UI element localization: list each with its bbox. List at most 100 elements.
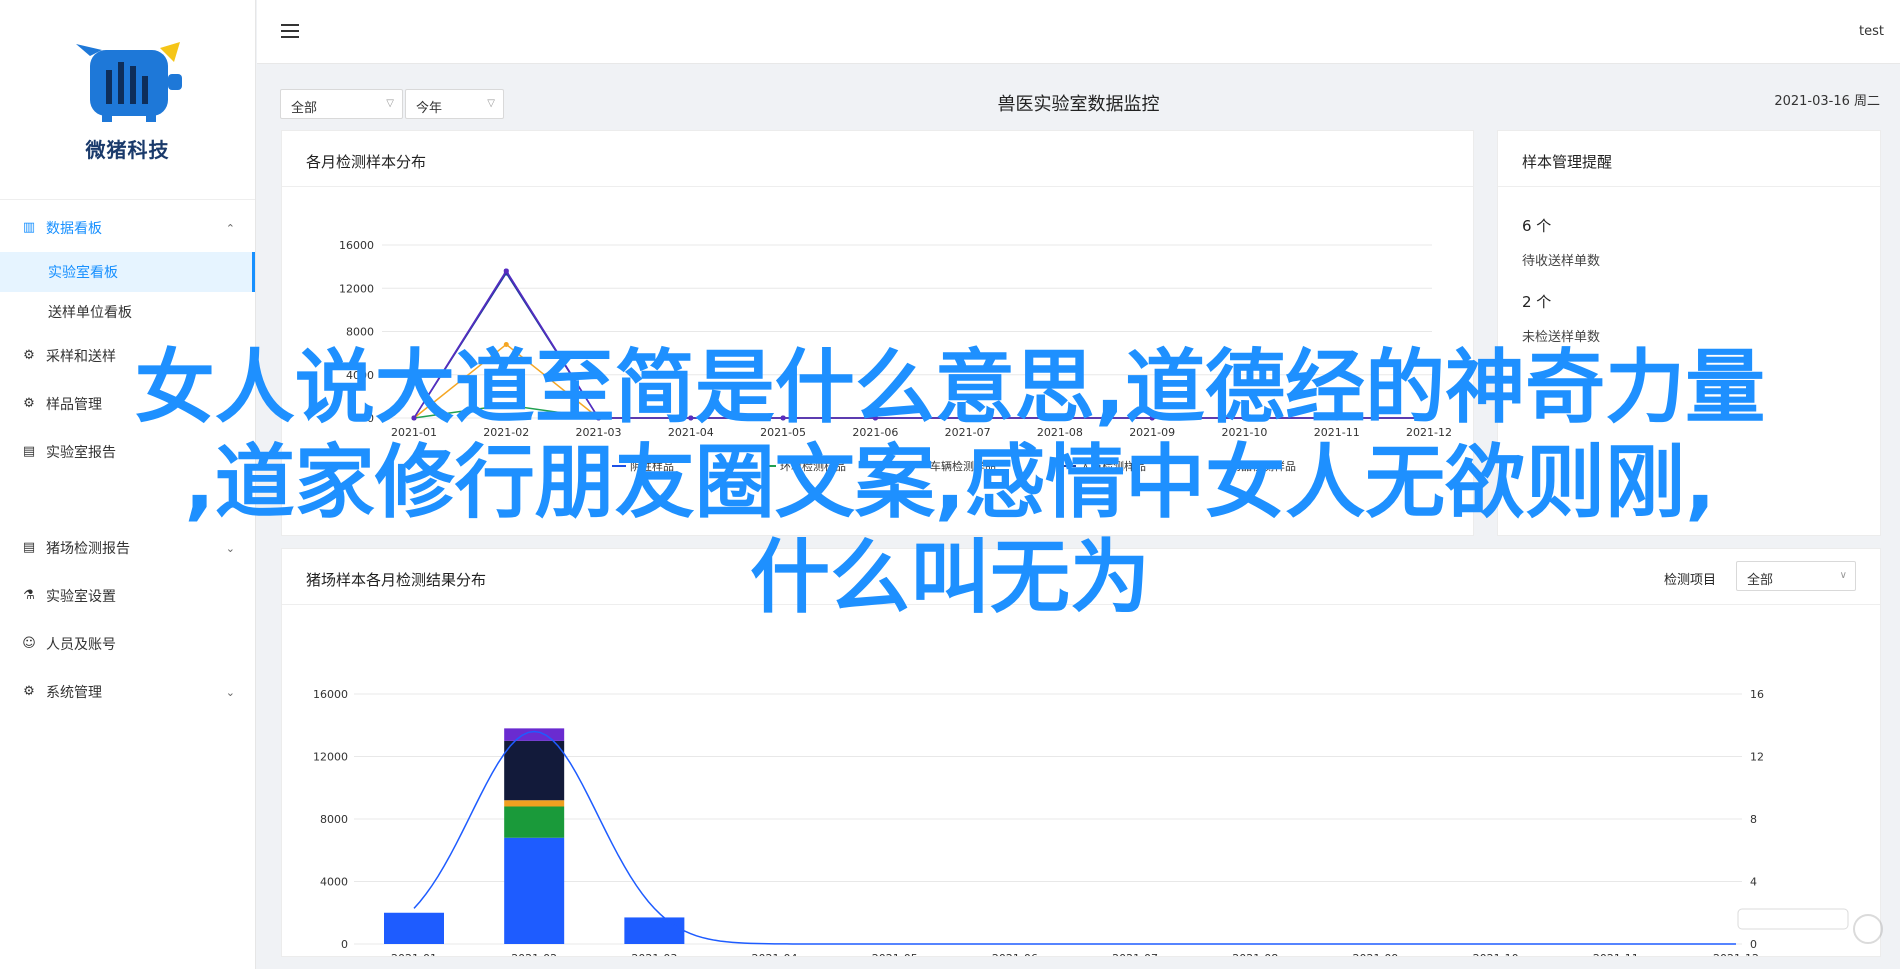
series-line: [413, 271, 1429, 419]
series-point: [503, 341, 509, 347]
x-tick-label: 2021-06: [852, 426, 898, 439]
y-tick-label: 8000: [346, 326, 374, 339]
menu-toggle-icon[interactable]: [281, 24, 299, 40]
scope-select-value: 全部: [291, 101, 318, 116]
legend-label: 物品检测样品: [1230, 459, 1296, 473]
sidebar: 微猪科技 ▥ 数据看板 ⌃ 实验室看板 送样单位看板 ⚙ 采样和送样 ⚙ 样品管…: [0, 0, 256, 969]
bar-segment: [504, 800, 565, 807]
pending-receive-count[interactable]: 6 个: [1522, 215, 1856, 236]
legend-label: 车辆检测样品: [930, 459, 996, 473]
y-tick-label: 0: [341, 938, 348, 951]
farm-results-chart: 040008000120001600004812162021-012021-02…: [313, 688, 1764, 965]
sidebar-item-hidden[interactable]: [0, 476, 255, 524]
y-tick-label: 0: [367, 412, 374, 425]
logo[interactable]: 微猪科技: [0, 0, 255, 200]
x-tick-label: 2021-01: [391, 952, 437, 956]
x-tick-label: 2021-03: [631, 952, 677, 956]
bar-segment: [504, 806, 565, 838]
farm-results-card: 猪场样本各月检测结果分布 检测项目 全部 ∨ 0 4000 8000 12000 160…: [281, 548, 1881, 965]
document-icon: ▤: [22, 444, 36, 459]
chevron-down-icon: ▽: [386, 98, 394, 109]
x-tick-label: 2021-03: [576, 426, 622, 439]
y2-tick-label: 16: [1750, 688, 1764, 701]
period-select[interactable]: 今年 ▽: [405, 89, 504, 119]
x-tick-label: 2021-05: [760, 426, 806, 439]
document-icon: [22, 493, 36, 507]
sidebar-item-dashboard[interactable]: ▥ 数据看板 ⌃: [0, 204, 255, 252]
series-point: [596, 415, 602, 421]
chevron-down-icon: ⌄: [225, 541, 235, 555]
x-tick-label: 2021-12: [1406, 426, 1452, 439]
card-title: 各月检测样本分布: [282, 131, 1473, 187]
sidebar-item-samples[interactable]: ⚙ 样品管理: [0, 380, 255, 428]
period-select-value: 今年: [416, 101, 443, 116]
y-tick-label: 12000: [339, 282, 374, 295]
sidebar-item-system[interactable]: ⚙ 系统管理 ⌄: [0, 668, 255, 716]
series-point: [688, 415, 694, 421]
scope-select[interactable]: 全部 ▽: [280, 89, 403, 119]
bar-segment: [504, 837, 565, 944]
pending-receive-label: 待收送样单数: [1522, 254, 1601, 269]
series-line: [413, 269, 1429, 419]
y-tick-label: 8000: [320, 813, 348, 826]
sidebar-item-users[interactable]: ☺ 人员及账号: [0, 620, 255, 668]
sidebar-item-sender-board[interactable]: 送样单位看板: [0, 292, 255, 332]
date-label: 2021-03-16 周二: [1774, 94, 1880, 109]
series-line: [413, 269, 1429, 419]
test-item-select-value: 全部: [1747, 573, 1774, 588]
monthly-samples-chart: 0 4000 8000 12000 16000 2021-01 2021-02 2021-03…: [339, 239, 1452, 473]
x-tick-label: 2021-04: [668, 426, 714, 439]
chevron-down-icon: ▽: [487, 98, 495, 109]
alerts-list: 6 个 待收送样单数 2 个 未检送样单数: [1498, 187, 1880, 361]
x-tick-label: 2021-02: [511, 952, 557, 956]
gear-icon: ⚙: [23, 396, 35, 411]
x-tick-label: 2021-10: [1473, 952, 1519, 956]
series-point: [1057, 415, 1063, 421]
bar-chart-icon: ▥: [22, 220, 36, 235]
y2-tick-label: 8: [1750, 813, 1757, 826]
monthly-samples-card: 各月检测样本分布 0 4000 8000 12000 16000 2021-01 2021-…: [281, 130, 1474, 536]
test-item-label: 检测项目: [1663, 573, 1716, 588]
card-title: 猪场样本各月检测结果分布 检测项目 全部 ∨: [282, 549, 1880, 605]
sidebar-item-label: 人员及账号: [46, 637, 116, 653]
sidebar-item-sampling[interactable]: ⚙ 采样和送样: [0, 332, 255, 380]
pending-test-label: 未检送样单数: [1522, 330, 1601, 345]
x-tick-label: 2021-07: [945, 426, 991, 439]
test-item-select[interactable]: 全部 ∨: [1736, 561, 1856, 591]
y-tick-label: 4000: [346, 369, 374, 382]
x-tick-label: 2021-10: [1221, 426, 1267, 439]
gear-icon: ⚙: [23, 684, 35, 699]
sidebar-item-lab-report[interactable]: ▤ 实验室报告: [0, 428, 255, 476]
series-point: [503, 268, 509, 274]
sidebar-item-label: 猪场检测报告: [46, 541, 130, 557]
x-tick-label: 2021-07: [1112, 952, 1158, 956]
legend-label: 人员检测样品: [1080, 459, 1146, 473]
sidebar-item-lab-settings[interactable]: ⚗ 实验室设置: [0, 572, 255, 620]
topbar: test: [257, 0, 1900, 64]
sidebar-item-label: 样品管理: [46, 397, 102, 413]
series-point: [872, 415, 878, 421]
sidebar-item-farm-report[interactable]: ▤ 猪场检测报告 ⌄: [0, 524, 255, 572]
sidebar-item-label: 实验室设置: [46, 589, 116, 605]
sidebar-item-label: 系统管理: [46, 685, 102, 701]
sidebar-item-label: 实验室看板: [48, 265, 118, 281]
sidebar-item-lab-board[interactable]: 实验室看板: [0, 252, 255, 292]
y-tick-label: 16000: [339, 239, 374, 252]
gear-icon: ⚙: [23, 348, 35, 363]
sample-alerts-card: 样本管理提醒 6 个 待收送样单数 2 个 未检送样单数: [1497, 130, 1881, 536]
pending-test-count[interactable]: 2 个: [1522, 291, 1856, 312]
y-tick-label: 16000: [313, 688, 348, 701]
user-name[interactable]: test: [1859, 24, 1884, 39]
card-title: 样本管理提醒: [1498, 131, 1880, 187]
series-point: [1334, 415, 1340, 421]
user-icon: ☺: [22, 636, 36, 651]
y2-tick-label: 4: [1750, 876, 1757, 889]
sidebar-item-label: 送样单位看板: [48, 305, 132, 321]
x-tick-label: 2021-09: [1129, 426, 1175, 439]
x-tick-label: 2021-11: [1593, 952, 1639, 956]
bar-segment: [504, 740, 565, 801]
document-icon: ▤: [22, 540, 36, 555]
legend-label: 阴性样品: [630, 459, 674, 473]
sidebar-item-label: 采样和送样: [46, 349, 116, 365]
x-tick-label: 2021-11: [1314, 426, 1360, 439]
